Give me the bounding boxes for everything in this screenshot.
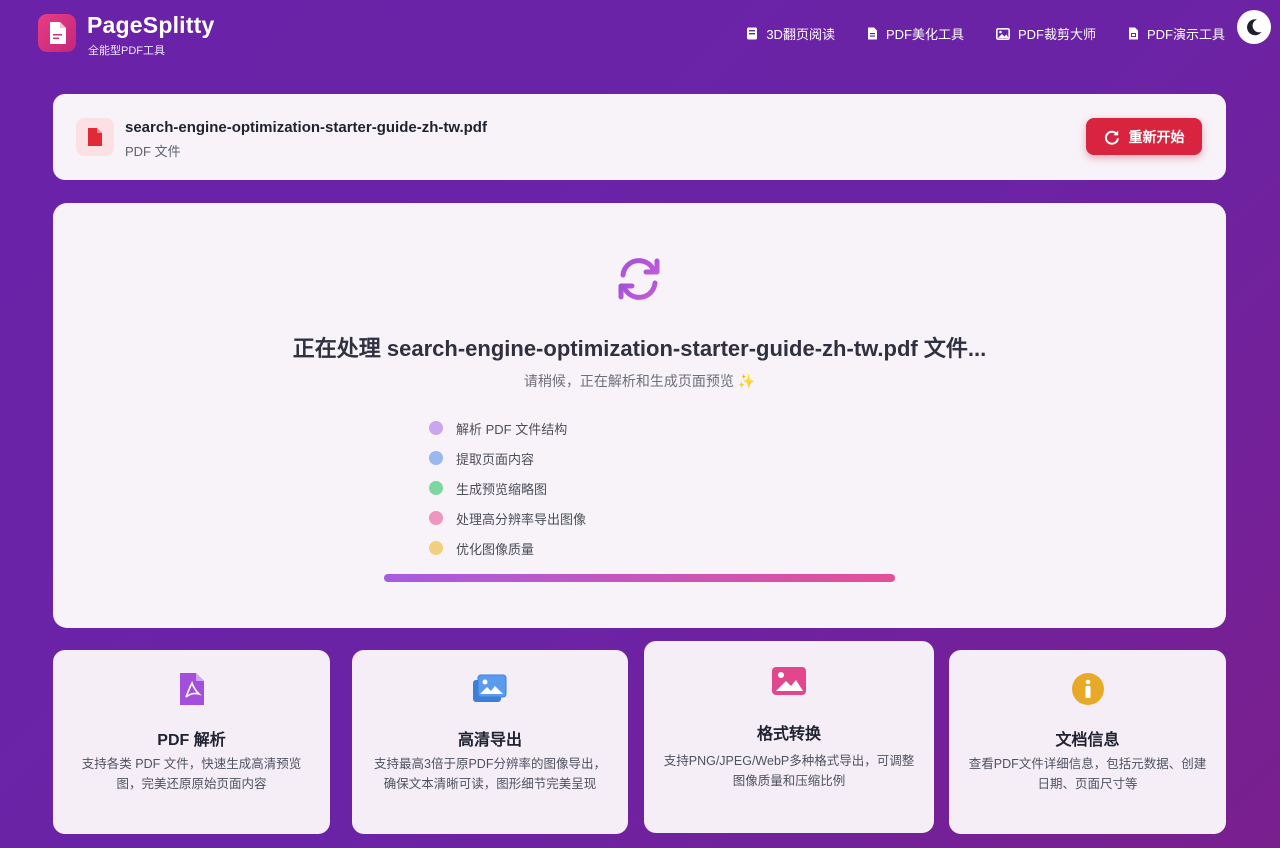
- step-label: 提取页面内容: [456, 451, 535, 467]
- logo-document-icon: [50, 22, 66, 44]
- nav-pdf-present[interactable]: PDF演示工具: [1128, 24, 1225, 43]
- redo-icon: [1104, 130, 1119, 145]
- image-icon: [995, 27, 1010, 40]
- feature-title: 高清导出: [457, 732, 522, 749]
- presentation-file-icon: [1128, 27, 1138, 40]
- moon-icon: [1247, 19, 1262, 36]
- pdf-file-icon: [88, 128, 102, 146]
- feature-card-pdf-parse: PDF 解析 支持各类 PDF 文件，快速生成高清预览图，完美还原原始页面内容: [53, 650, 330, 834]
- feature-title: 格式转换: [756, 726, 821, 743]
- header: PageSplitty 全能型PDF工具 3D翻页阅读 PDF美化工具 PDF裁…: [0, 0, 1280, 70]
- brand-name: PageSplitty: [87, 12, 215, 38]
- nav-pdf-crop[interactable]: PDF裁剪大师: [995, 24, 1096, 43]
- file-name: search-engine-optimization-starter-guide…: [125, 119, 487, 136]
- info-icon: [949, 672, 1226, 706]
- nav-3d-reader[interactable]: 3D翻页阅读: [746, 24, 835, 43]
- feature-title: 文档信息: [1055, 732, 1120, 749]
- step-item: 解析 PDF 文件结构: [429, 413, 586, 443]
- step-dot: [429, 481, 443, 495]
- feature-description: 支持PNG/JPEG/WebP多种格式导出，可调整图像质量和压缩比例: [663, 754, 915, 788]
- processing-subtitle: 请稍候，正在解析和生成页面预览 ✨: [523, 373, 756, 389]
- nav-label: PDF裁剪大师: [1017, 27, 1096, 42]
- step-dot: [429, 421, 443, 435]
- brand-subtitle: 全能型PDF工具: [88, 45, 165, 57]
- nav-label: PDF美化工具: [885, 27, 964, 42]
- feature-card-hd-export: 高清导出 支持最高3倍于原PDF分辨率的图像导出，确保文本清晰可读，图形细节完美…: [352, 650, 628, 834]
- progress-bar: [384, 574, 895, 582]
- step-dot: [429, 511, 443, 525]
- feature-description: 支持各类 PDF 文件，快速生成高清预览图，完美还原原始页面内容: [81, 757, 302, 791]
- processing-card: 正在处理 search-engine-optimization-starter-…: [53, 203, 1226, 628]
- feature-card-format-convert: 格式转换 支持PNG/JPEG/WebP多种格式导出，可调整图像质量和压缩比例: [644, 641, 934, 833]
- nav-label: 3D翻页阅读: [766, 27, 835, 42]
- top-nav: 3D翻页阅读 PDF美化工具 PDF裁剪大师 PDF演示工具: [746, 24, 1225, 43]
- feature-description: 支持最高3倍于原PDF分辨率的图像导出，确保文本清晰可读，图形细节完美呈现: [374, 757, 606, 791]
- step-dot: [429, 451, 443, 465]
- images-icon: [352, 674, 628, 704]
- step-label: 解析 PDF 文件结构: [456, 421, 568, 437]
- file-icon-container: [76, 118, 114, 156]
- restart-label: 重新开始: [1128, 128, 1185, 145]
- step-item: 处理高分辨率导出图像: [429, 503, 586, 533]
- file-card: search-engine-optimization-starter-guide…: [53, 94, 1226, 180]
- step-label: 生成预览缩略图: [456, 481, 548, 497]
- document-icon: [867, 27, 877, 40]
- step-label: 处理高分辨率导出图像: [456, 511, 587, 527]
- processing-title: 正在处理 search-engine-optimization-starter-…: [292, 336, 987, 361]
- theme-toggle-button[interactable]: [1237, 10, 1271, 44]
- picture-icon: [644, 666, 934, 696]
- nav-label: PDF演示工具: [1146, 27, 1225, 42]
- file-type: PDF 文件: [125, 144, 181, 159]
- step-dot: [429, 541, 443, 555]
- feature-title: PDF 解析: [157, 732, 226, 749]
- feature-card-doc-info: 文档信息 查看PDF文件详细信息，包括元数据、创建日期、页面尺寸等: [949, 650, 1226, 834]
- step-item: 提取页面内容: [429, 443, 586, 473]
- logo[interactable]: [38, 14, 76, 52]
- nav-pdf-beautify[interactable]: PDF美化工具: [867, 24, 964, 43]
- processing-steps: 解析 PDF 文件结构 提取页面内容 生成预览缩略图 处理高分辨率导出图像 优化…: [429, 413, 586, 563]
- step-item: 生成预览缩略图: [429, 473, 586, 503]
- pdf-file-icon: [53, 672, 330, 706]
- book-icon: [747, 27, 758, 40]
- step-item: 优化图像质量: [429, 533, 586, 563]
- feature-description: 查看PDF文件详细信息，包括元数据、创建日期、页面尺寸等: [968, 757, 1207, 791]
- sync-icon: [613, 253, 665, 310]
- step-label: 优化图像质量: [456, 541, 535, 557]
- progress-fill: [384, 574, 895, 582]
- restart-button[interactable]: 重新开始: [1086, 118, 1202, 155]
